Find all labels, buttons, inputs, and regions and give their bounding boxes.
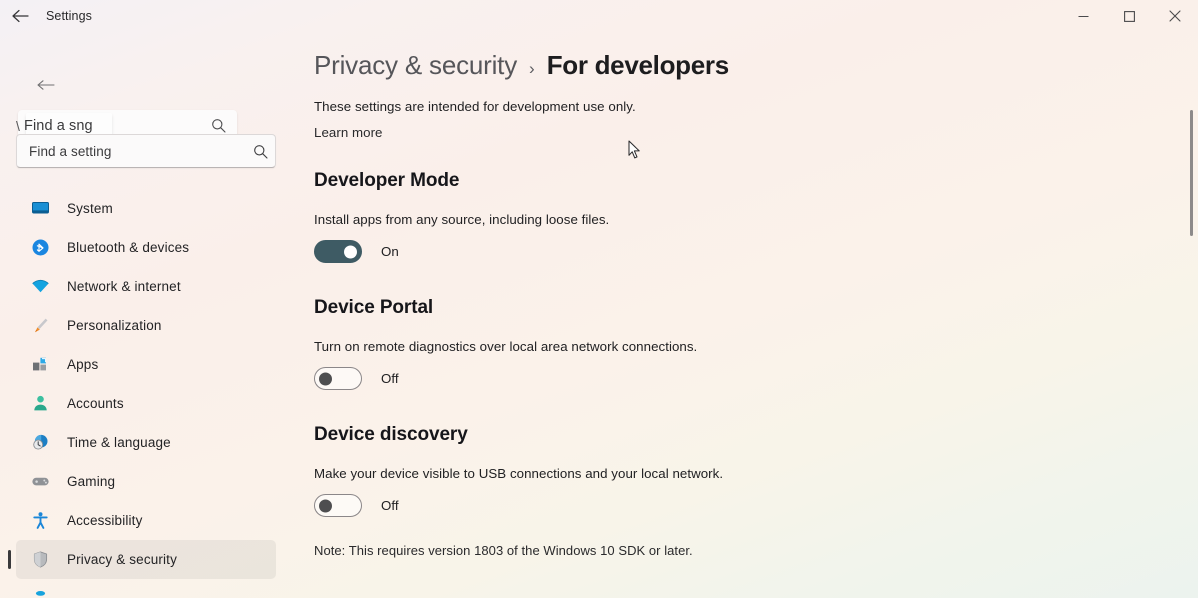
search-box[interactable] — [16, 134, 276, 168]
sidebar-item-apps[interactable]: Apps — [16, 345, 276, 384]
main-content: Privacy & security › For developers Thes… — [300, 32, 1198, 598]
maximize-icon — [1123, 10, 1135, 22]
back-button[interactable] — [0, 0, 40, 32]
sidebar-item-label: Time & language — [67, 435, 171, 450]
minimize-icon — [1078, 15, 1088, 17]
sidebar-item-privacy-security[interactable]: Privacy & security — [8, 540, 276, 579]
sidebar-item-time-language[interactable]: Time & language — [16, 423, 276, 462]
sidebar-item-label: Bluetooth & devices — [67, 240, 190, 255]
toggle-knob — [319, 499, 332, 512]
back-arrow-icon — [11, 9, 29, 23]
title-bar: Settings — [0, 0, 1198, 32]
ghost-search-text: Find a sng — [24, 118, 93, 134]
ghost-back-arrow-icon — [36, 78, 55, 96]
section-description: Install apps from any source, including … — [314, 212, 610, 227]
section-description: Turn on remote diagnostics over local ar… — [314, 339, 698, 354]
breadcrumb-separator-icon: › — [529, 59, 535, 78]
toggle-state-label: Off — [381, 498, 399, 513]
accessibility-icon — [30, 511, 50, 531]
breadcrumb-parent[interactable]: Privacy & security — [314, 50, 517, 81]
apps-icon — [30, 355, 50, 375]
device-discovery-toggle[interactable] — [314, 494, 362, 517]
section-device-discovery: Device discovery Make your device visibl… — [314, 424, 1158, 558]
gamepad-icon — [30, 472, 50, 492]
person-icon — [30, 394, 50, 414]
sidebar-nav-list: System Bluetooth & devices Network & int… — [0, 189, 300, 598]
sidebar-item-label: Gaming — [67, 474, 116, 489]
close-button[interactable] — [1152, 0, 1198, 32]
device-portal-toggle[interactable] — [314, 367, 362, 390]
section-title: Device Portal — [314, 297, 434, 318]
section-developer-mode: Developer Mode Install apps from any sou… — [314, 170, 1158, 263]
bluetooth-icon — [30, 238, 50, 258]
search-icon — [245, 144, 275, 159]
ghost-search-icon — [211, 118, 226, 138]
close-icon — [1169, 10, 1181, 22]
vertical-scrollbar[interactable] — [1190, 110, 1193, 236]
windows-update-icon — [30, 589, 50, 598]
sidebar-item-label: Accessibility — [67, 513, 143, 528]
monitor-icon — [30, 199, 50, 219]
developer-mode-toggle[interactable] — [314, 240, 362, 263]
sidebar-item-network-internet[interactable]: Network & internet — [16, 267, 276, 306]
learn-more-link[interactable]: Learn more — [314, 125, 383, 140]
breadcrumb: Privacy & security › For developers — [314, 50, 1158, 81]
sidebar-item-accessibility[interactable]: Accessibility — [16, 501, 276, 540]
sidebar-item-label: Privacy & security — [67, 552, 177, 567]
sidebar: \ Find a sng System — [0, 32, 300, 598]
sidebar-item-label: Accounts — [67, 396, 124, 411]
developer-mode-toggle-row: On — [314, 240, 1158, 263]
section-title: Developer Mode — [314, 170, 460, 191]
sidebar-item-label: System — [67, 201, 113, 216]
page-title: For developers — [546, 50, 730, 80]
section-device-portal: Device Portal Turn on remote diagnostics… — [314, 297, 1158, 390]
maximize-button[interactable] — [1106, 0, 1152, 32]
clock-globe-icon — [30, 433, 50, 453]
ghost-search-prefix: \ — [16, 118, 20, 134]
toggle-knob — [344, 245, 357, 258]
minimize-button[interactable] — [1060, 0, 1106, 32]
sidebar-item-label: Personalization — [67, 318, 162, 333]
window-title: Settings — [46, 9, 92, 23]
section-description: Make your device visible to USB connecti… — [314, 466, 724, 481]
sidebar-item-personalization[interactable]: Personalization — [16, 306, 276, 345]
search-input[interactable] — [17, 143, 245, 159]
sidebar-item-label: Network & internet — [67, 279, 181, 294]
toggle-knob — [319, 372, 332, 385]
sidebar-item-gaming[interactable]: Gaming — [16, 462, 276, 501]
sidebar-item-accounts[interactable]: Accounts — [16, 384, 276, 423]
section-title: Device discovery — [314, 424, 468, 445]
device-discovery-toggle-row: Off — [314, 494, 1158, 517]
sidebar-item-partial-next[interactable] — [16, 579, 276, 598]
toggle-state-label: Off — [381, 371, 399, 386]
shield-icon — [30, 550, 50, 570]
sidebar-item-system[interactable]: System — [16, 189, 276, 228]
intro-text: These settings are intended for developm… — [314, 99, 636, 114]
paintbrush-icon — [30, 316, 50, 336]
device-discovery-note: Note: This requires version 1803 of the … — [314, 543, 693, 558]
wifi-icon — [30, 277, 50, 297]
toggle-state-label: On — [381, 244, 399, 259]
sidebar-item-bluetooth-devices[interactable]: Bluetooth & devices — [16, 228, 276, 267]
sidebar-item-label: Apps — [67, 357, 99, 372]
device-portal-toggle-row: Off — [314, 367, 1158, 390]
